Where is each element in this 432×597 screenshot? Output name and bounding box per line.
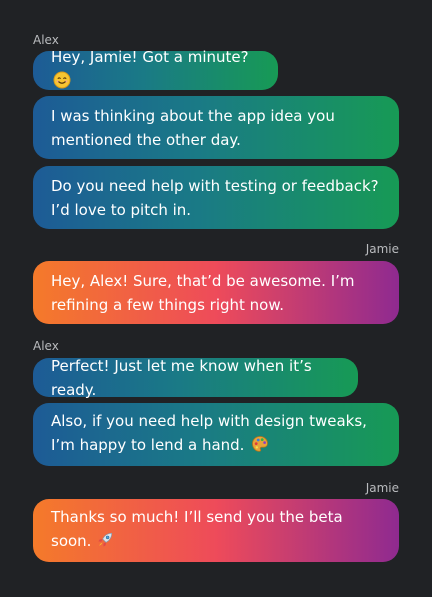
message-text: Hey, Jamie! Got a minute? <box>51 45 260 96</box>
message-text: I was thinking about the app idea you me… <box>51 106 335 149</box>
message-bubble-alex[interactable]: Perfect! Just let me know when it’s read… <box>33 357 358 399</box>
message-text: Also, if you need help with design tweak… <box>51 409 381 460</box>
message-text: Hey, Alex! Sure, that’d be awesome. I’m … <box>51 271 355 314</box>
message-bubble-jamie[interactable]: Hey, Alex! Sure, that’d be awesome. I’m … <box>33 261 399 324</box>
message-bubble-alex[interactable]: Hey, Jamie! Got a minute? <box>33 48 278 90</box>
message-bubble-alex[interactable]: Do you need help with testing or feedbac… <box>33 166 399 229</box>
sender-name-alex: Alex <box>33 339 59 353</box>
chat-thread: Alex Hey, Jamie! Got a minute? I was thi… <box>0 0 432 597</box>
message-bubble-jamie[interactable]: Thanks so much! I’ll send you the beta s… <box>33 499 399 562</box>
message-bubble-alex[interactable]: Also, if you need help with design tweak… <box>33 403 399 466</box>
sender-name-jamie: Jamie <box>365 481 399 495</box>
sender-name-jamie: Jamie <box>365 242 399 256</box>
artist-palette-icon <box>251 435 269 460</box>
smiling-face-icon <box>53 71 71 96</box>
message-text: Thanks so much! I’ll send you the beta s… <box>51 505 381 556</box>
message-bubble-alex[interactable]: I was thinking about the app idea you me… <box>33 96 399 159</box>
rocket-icon <box>96 531 114 556</box>
message-text: Perfect! Just let me know when it’s read… <box>51 356 312 399</box>
message-text: Do you need help with testing or feedbac… <box>51 176 379 219</box>
